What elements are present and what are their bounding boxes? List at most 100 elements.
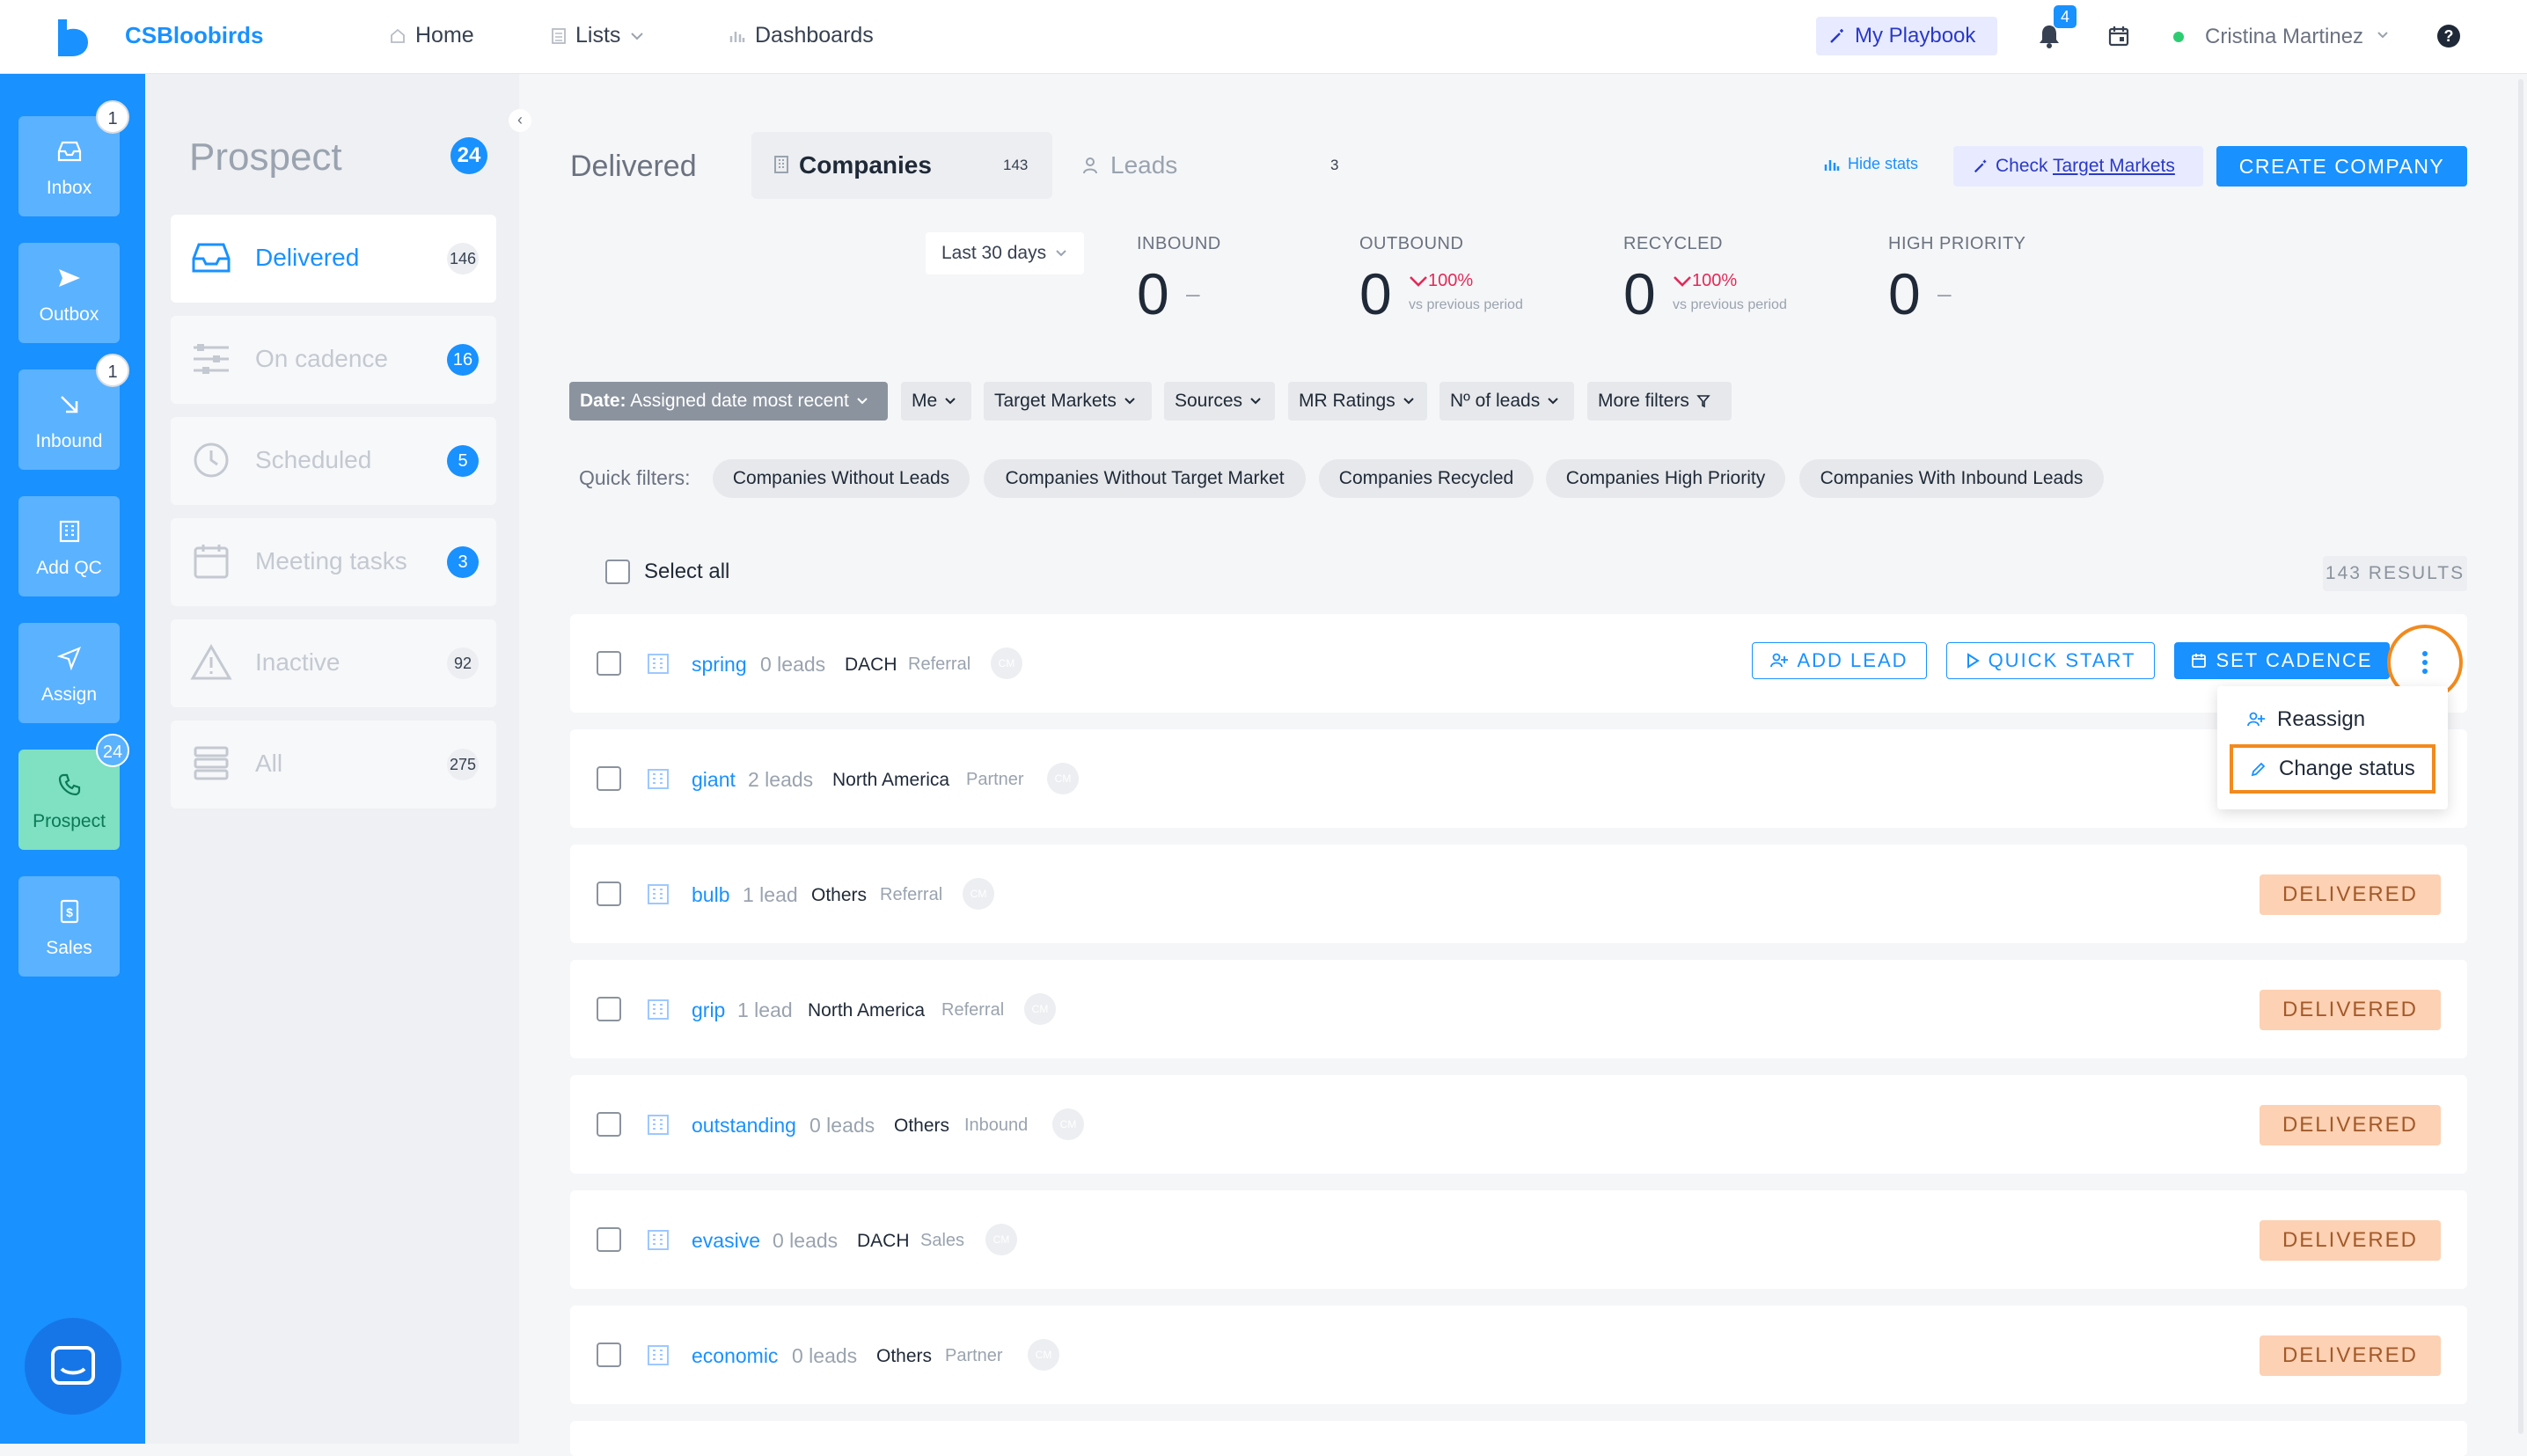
tab-companies[interactable]: Companies 143 bbox=[751, 132, 1052, 199]
sidebar-item-count: 275 bbox=[447, 749, 479, 780]
owner-filter[interactable]: Me bbox=[901, 382, 971, 421]
menu-item-reassign[interactable]: Reassign bbox=[2230, 695, 2435, 744]
stat-change-value: 100% bbox=[1428, 271, 1474, 290]
period-select[interactable]: Last 30 days bbox=[926, 232, 1084, 274]
stat-label: OUTBOUND bbox=[1359, 234, 1464, 253]
company-name-link[interactable]: spring bbox=[692, 653, 747, 677]
quick-filter-without-leads[interactable]: Companies Without Leads bbox=[713, 459, 970, 498]
chat-launcher-icon[interactable] bbox=[25, 1318, 121, 1415]
sidebar-item-on-cadence[interactable]: On cadence 16 bbox=[171, 316, 496, 404]
table-row[interactable]: evasive 0 leads DACH Sales CM DELIVERED bbox=[570, 1190, 2467, 1289]
user-chevron-down-icon[interactable] bbox=[2376, 30, 2390, 40]
company-name-link[interactable]: economic bbox=[692, 1344, 778, 1368]
rail-inbox-badge: 1 bbox=[96, 100, 129, 134]
row-checkbox[interactable] bbox=[597, 882, 621, 906]
company-name-link[interactable]: giant bbox=[692, 768, 736, 792]
row-checkbox[interactable] bbox=[597, 997, 621, 1021]
row-checkbox[interactable] bbox=[597, 1112, 621, 1137]
calendar-icon bbox=[190, 543, 232, 580]
sidebar-item-count: 92 bbox=[447, 648, 479, 679]
mr-ratings-filter[interactable]: MR Ratings bbox=[1288, 382, 1427, 421]
tab-leads[interactable]: Leads 3 bbox=[1073, 132, 1355, 199]
rail-sales[interactable]: $ Sales bbox=[18, 876, 120, 977]
status-badge[interactable]: DELIVERED bbox=[2260, 1105, 2441, 1145]
sidebar-item-scheduled[interactable]: Scheduled 5 bbox=[171, 417, 496, 505]
status-badge[interactable]: DELIVERED bbox=[2260, 1335, 2441, 1376]
target-markets-link[interactable]: Target Markets bbox=[2053, 156, 2175, 176]
rail-inbox[interactable]: Inbox 1 bbox=[18, 100, 129, 216]
quick-filter-high-priority[interactable]: Companies High Priority bbox=[1546, 459, 1785, 498]
status-badge[interactable]: DELIVERED bbox=[2260, 990, 2441, 1030]
list-icon bbox=[551, 27, 567, 45]
quick-start-button[interactable]: QUICK START bbox=[1946, 642, 2155, 679]
add-lead-button[interactable]: ADD LEAD bbox=[1752, 642, 1927, 679]
sidebar-item-all[interactable]: All 275 bbox=[171, 721, 496, 808]
person-icon bbox=[1082, 157, 1098, 174]
user-name[interactable]: Cristina Martinez bbox=[2205, 25, 2363, 49]
my-playbook-button[interactable]: My Playbook bbox=[1816, 17, 1997, 55]
row-checkbox[interactable] bbox=[597, 1343, 621, 1367]
check-target-markets-button[interactable]: Check Target Markets bbox=[1953, 146, 2203, 187]
quick-filter-without-target-market[interactable]: Companies Without Target Market bbox=[984, 459, 1306, 498]
collapse-sidebar-icon[interactable]: ‹ bbox=[509, 109, 531, 132]
nav-dashboards[interactable]: Dashboards bbox=[729, 23, 874, 48]
hide-stats-button[interactable]: Hide stats bbox=[1823, 155, 1918, 173]
svg-text:$: $ bbox=[66, 905, 73, 919]
target-markets-filter[interactable]: Target Markets bbox=[984, 382, 1152, 421]
nav-lists[interactable]: Lists bbox=[551, 23, 645, 48]
company-name-link[interactable]: grip bbox=[692, 999, 725, 1022]
menu-item-change-status[interactable]: Change status bbox=[2230, 744, 2435, 794]
building-icon bbox=[646, 651, 670, 676]
date-filter[interactable]: Date: Assigned date most recent bbox=[569, 382, 888, 421]
quick-start-label: QUICK START bbox=[1988, 649, 2136, 671]
table-row[interactable]: economic 0 leads Others Partner CM DELIV… bbox=[570, 1306, 2467, 1404]
chevron-down-icon bbox=[1055, 249, 1067, 258]
company-name-link[interactable]: outstanding bbox=[692, 1114, 796, 1138]
my-playbook-label: My Playbook bbox=[1855, 24, 1976, 48]
company-name-link[interactable]: bulb bbox=[692, 883, 729, 907]
sidebar-item-inactive[interactable]: Inactive 92 bbox=[171, 619, 496, 707]
create-company-button[interactable]: CREATE COMPANY bbox=[2216, 146, 2467, 187]
rail-prospect[interactable]: Prospect 24 bbox=[18, 734, 129, 850]
brand-name[interactable]: CSBloobirds bbox=[125, 22, 263, 49]
bloobirds-logo-icon[interactable] bbox=[55, 18, 90, 56]
nav-home[interactable]: Home bbox=[389, 23, 474, 48]
page-scrollbar[interactable] bbox=[2518, 79, 2523, 1434]
sidebar-item-delivered[interactable]: Delivered 146 bbox=[171, 215, 496, 303]
tab-companies-label: Companies bbox=[799, 151, 932, 179]
status-badge[interactable]: DELIVERED bbox=[2260, 874, 2441, 915]
quick-filter-recycled[interactable]: Companies Recycled bbox=[1319, 459, 1534, 498]
table-row[interactable]: outstanding 0 leads Others Inbound CM DE… bbox=[570, 1075, 2467, 1174]
page-title: Delivered bbox=[570, 150, 697, 183]
quick-filter-inbound-leads[interactable]: Companies With Inbound Leads bbox=[1799, 459, 2104, 498]
more-filters-button[interactable]: More filters bbox=[1587, 382, 1732, 421]
rail-inbound-badge: 1 bbox=[96, 354, 129, 387]
company-name-link[interactable]: evasive bbox=[692, 1229, 760, 1253]
select-all-checkbox[interactable] bbox=[605, 560, 630, 584]
nav-dashboards-label: Dashboards bbox=[755, 23, 874, 48]
arrow-down-icon bbox=[1673, 275, 1692, 288]
nav-home-label: Home bbox=[415, 23, 474, 48]
set-cadence-button[interactable]: SET CADENCE bbox=[2174, 642, 2390, 679]
table-row[interactable]: giant 2 leads North America Partner CM bbox=[570, 729, 2467, 828]
sidebar-item-meeting-tasks[interactable]: Meeting tasks 3 bbox=[171, 518, 496, 606]
row-checkbox[interactable] bbox=[597, 651, 621, 676]
help-icon[interactable]: ? bbox=[2437, 25, 2460, 48]
rail-add-qc[interactable]: Add QC bbox=[18, 496, 120, 596]
row-checkbox[interactable] bbox=[597, 766, 621, 791]
table-row[interactable]: bulb 1 lead Others Referral CM DELIVERED bbox=[570, 845, 2467, 943]
rail-assign[interactable]: Assign bbox=[18, 623, 120, 723]
number-of-leads-filter[interactable]: Nº of leads bbox=[1439, 382, 1574, 421]
table-row[interactable] bbox=[570, 1421, 2467, 1456]
rail-inbound[interactable]: Inbound 1 bbox=[18, 354, 129, 470]
rail-outbox[interactable]: Outbox bbox=[18, 243, 120, 343]
row-checkbox[interactable] bbox=[597, 1227, 621, 1252]
avatar: CM bbox=[1028, 1339, 1059, 1371]
calendar-icon[interactable] bbox=[2107, 25, 2130, 48]
table-row[interactable]: grip 1 lead North America Referral CM DE… bbox=[570, 960, 2467, 1058]
company-source: Inbound bbox=[964, 1116, 1029, 1135]
sources-filter[interactable]: Sources bbox=[1164, 382, 1275, 421]
select-all[interactable]: Select all bbox=[605, 560, 729, 584]
company-region: North America bbox=[808, 1000, 926, 1021]
status-badge[interactable]: DELIVERED bbox=[2260, 1220, 2441, 1261]
